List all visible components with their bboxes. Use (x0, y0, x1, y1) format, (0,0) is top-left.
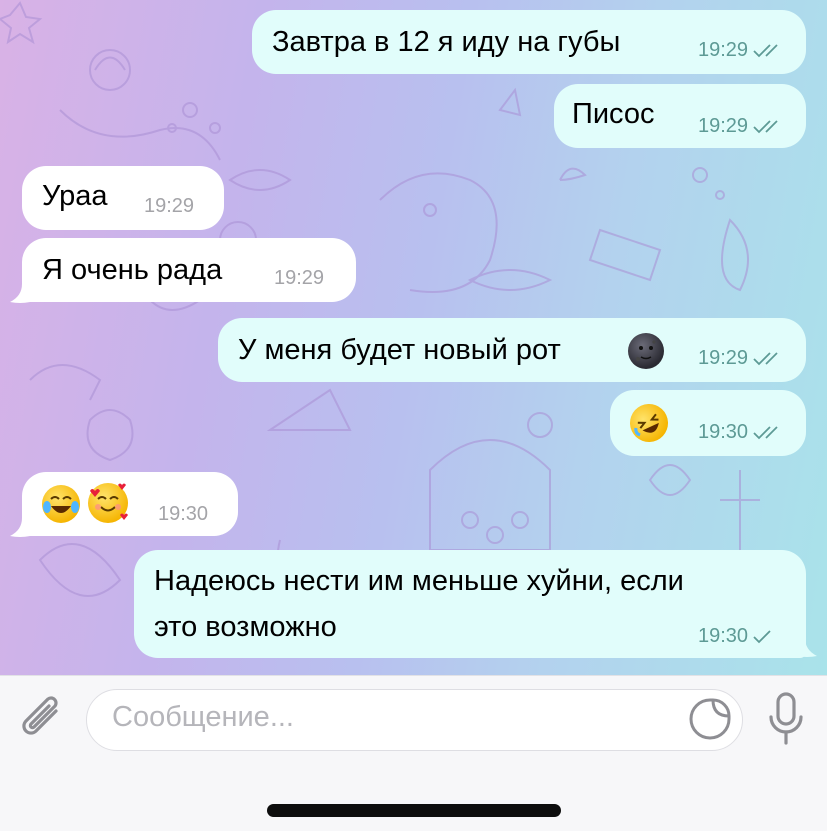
rolling-on-floor-laughing-emoji (623, 397, 675, 449)
read-checkmarks-icon (752, 425, 782, 441)
message-text: Писос (572, 98, 655, 130)
message-text: Я очень рада (42, 254, 223, 286)
message-time: 19:29 (698, 347, 749, 369)
bubble-tail (797, 638, 817, 657)
message-meta: 19:29 (698, 346, 782, 371)
message-time: 19:29 (698, 115, 749, 137)
message-bubble-outgoing[interactable]: 19:30 (610, 390, 806, 456)
sent-checkmark-icon (752, 629, 774, 645)
message-text: У меня будет новый рот (238, 334, 561, 366)
message-text: Ураа (42, 180, 108, 212)
message-text-line-2: это возможно (154, 611, 337, 643)
message-bubble-outgoing[interactable]: Завтра в 12 я иду на губы 19:29 (252, 10, 806, 74)
chat-background: Завтра в 12 я иду на губы 19:29 Писос 19… (0, 0, 827, 675)
message-meta: 19:29 (698, 114, 782, 139)
message-meta: 19:30 (698, 624, 774, 649)
message-input-placeholder: Сообщение... (112, 701, 294, 733)
message-time: 19:29 (144, 195, 195, 217)
read-checkmarks-icon (752, 43, 782, 59)
message-bubble-outgoing[interactable]: Писос 19:29 (554, 84, 806, 148)
message-text: Завтра в 12 я иду на губы (272, 26, 621, 58)
read-checkmarks-icon (752, 351, 782, 367)
message-time: 19:29 (274, 267, 325, 289)
read-checkmarks-icon (752, 119, 782, 135)
sticker-icon[interactable] (688, 697, 732, 741)
message-text-line-1: Надеюсь нести им меньше хуйни, если (154, 565, 684, 597)
message-time: 19:30 (698, 421, 749, 443)
bubble-tail (10, 284, 30, 303)
message-meta: 19:29 (144, 194, 194, 219)
message-meta: 19:30 (158, 502, 208, 527)
message-meta: 19:30 (698, 420, 782, 445)
tears-of-joy-emoji (42, 485, 80, 523)
new-moon-face-emoji (628, 333, 664, 369)
message-bubble-outgoing[interactable]: У меня будет новый рот 19:29 (218, 318, 806, 382)
microphone-icon[interactable] (767, 691, 805, 747)
message-bubble-incoming[interactable]: 19:30 (22, 472, 238, 536)
message-meta: 19:29 (698, 38, 782, 63)
smiling-face-with-hearts-emoji (88, 483, 128, 523)
message-bubble-incoming[interactable]: Ураа 19:29 (22, 166, 224, 230)
message-time: 19:29 (698, 39, 749, 61)
message-time: 19:30 (158, 503, 209, 525)
paperclip-icon[interactable] (20, 693, 64, 745)
bubble-tail (10, 518, 30, 537)
message-time: 19:30 (698, 625, 749, 647)
message-bubble-outgoing[interactable]: Надеюсь нести им меньше хуйни, если это … (134, 550, 806, 658)
home-indicator[interactable] (267, 804, 561, 817)
message-bubble-incoming[interactable]: Я очень рада 19:29 (22, 238, 356, 302)
message-meta: 19:29 (274, 266, 324, 291)
